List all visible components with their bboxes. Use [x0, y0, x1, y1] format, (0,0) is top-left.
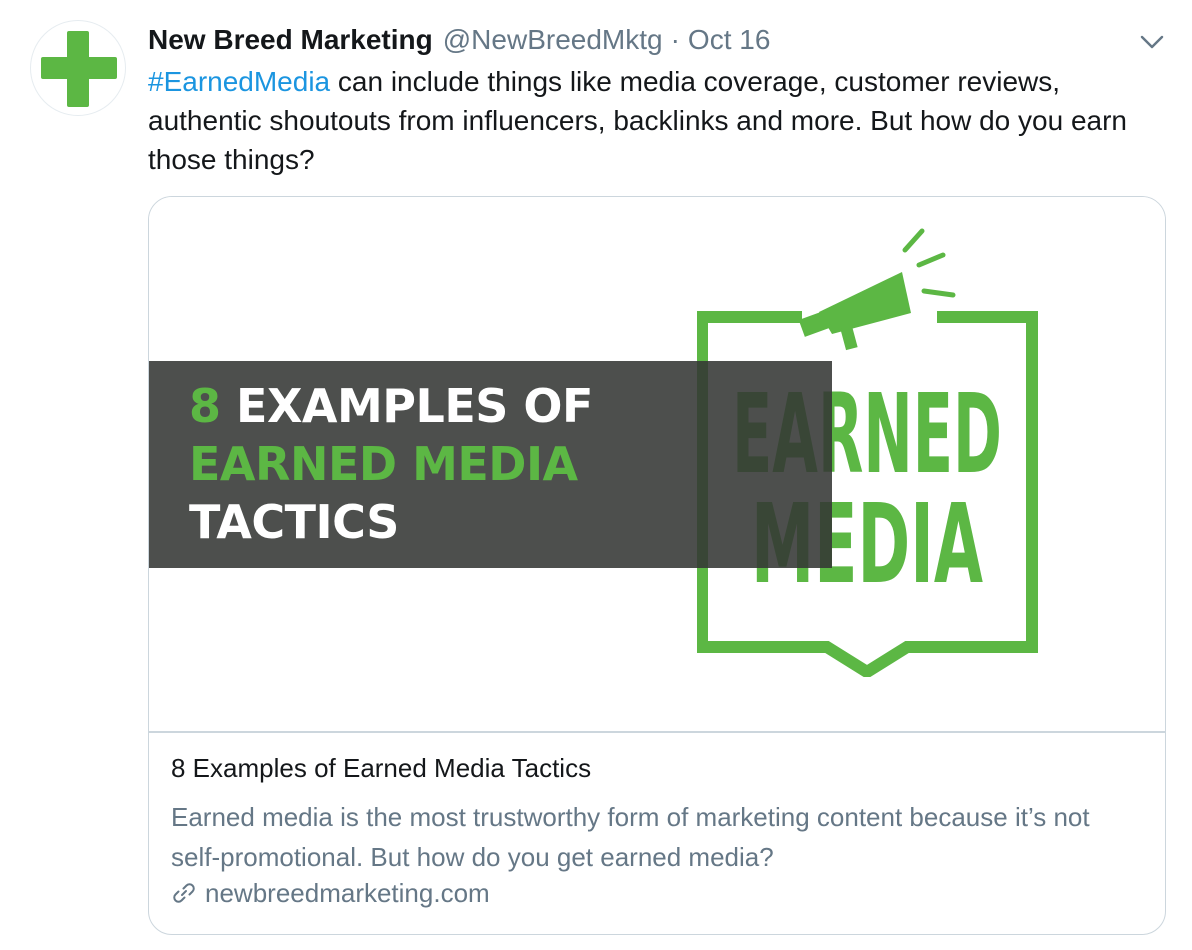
- link-icon: [173, 883, 195, 903]
- separator-dot: ·: [670, 24, 680, 55]
- tweet-header: New Breed Marketing @NewBreedMktg · Oct …: [148, 20, 770, 60]
- banner-line3: TACTICS: [189, 495, 399, 549]
- hashtag-link[interactable]: #EarnedMedia: [148, 66, 330, 97]
- tweet-text: #EarnedMedia can include things like med…: [148, 62, 1178, 179]
- author-name[interactable]: New Breed Marketing: [148, 24, 433, 56]
- avatar[interactable]: [30, 20, 126, 116]
- banner-line1: EXAMPLES OF: [220, 379, 593, 433]
- card-domain-text[interactable]: newbreedmarketing.com: [205, 878, 490, 909]
- card-domain[interactable]: newbreedmarketing.com: [171, 873, 490, 913]
- card-divider: [149, 731, 1165, 733]
- author-handle[interactable]: @NewBreedMktg: [443, 24, 663, 56]
- card-image: EARNED MEDIA 8 EXAMPLES OF EARNED MEDIA …: [149, 197, 1165, 731]
- banner-line2: EARNED MEDIA: [189, 437, 578, 491]
- tweet-date[interactable]: Oct 16: [688, 24, 770, 56]
- headline-banner: 8 EXAMPLES OF EARNED MEDIA TACTICS: [149, 361, 832, 568]
- banner-number: 8: [189, 379, 221, 433]
- megaphone-icon: [798, 228, 956, 351]
- chevron-down-icon[interactable]: [1138, 28, 1166, 56]
- card-title[interactable]: 8 Examples of Earned Media Tactics: [171, 753, 591, 784]
- link-card[interactable]: EARNED MEDIA 8 EXAMPLES OF EARNED MEDIA …: [148, 196, 1166, 935]
- green-plus-logo-icon: [41, 31, 117, 107]
- card-description: Earned media is the most trustworthy for…: [171, 802, 1090, 872]
